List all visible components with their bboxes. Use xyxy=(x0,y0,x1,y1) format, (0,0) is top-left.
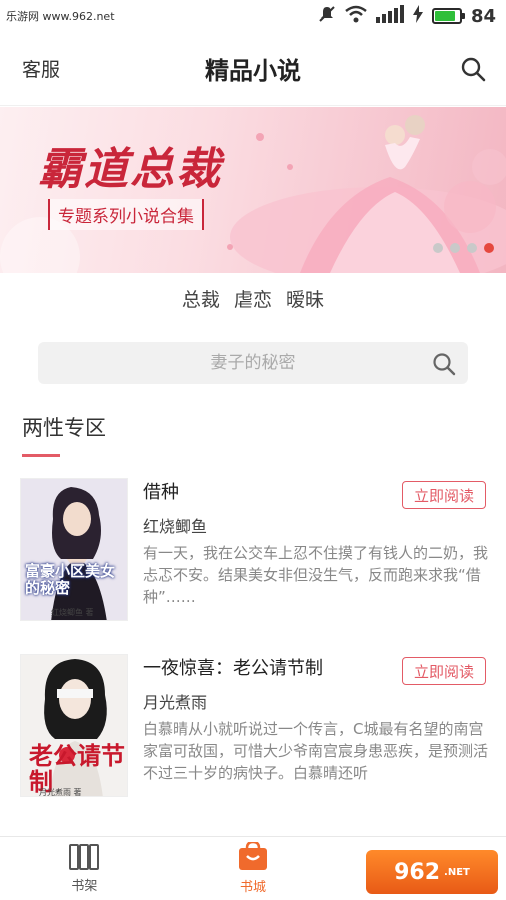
battery-fill xyxy=(434,11,456,21)
charging-icon xyxy=(412,5,423,27)
tab-bookstore[interactable]: 书城 xyxy=(169,837,338,900)
bookshelf-icon xyxy=(69,844,100,870)
mute-icon xyxy=(318,5,336,27)
book-item[interactable]: 富豪小区美女的秘密 红烧鲫鱼 著 借种 红烧鲫鱼 有一天，我在公交车上忍不住摸了… xyxy=(0,478,506,648)
book-description: 有一天，我在公交车上忍不住摸了有钱人的二奶，我忐忑不安。结果美女非但没生气，反而… xyxy=(143,544,489,606)
cover-author: 月光煮雨 著 xyxy=(39,788,82,797)
battery-percent: 84 xyxy=(470,5,496,27)
battery-icon xyxy=(431,8,465,24)
book-description: 白慕晴从小就听说过一个传言，C城最有名望的南宫家富可敌国，可惜大少爷南宫宸身患恶… xyxy=(143,720,489,782)
search-bar[interactable] xyxy=(38,342,468,384)
carousel-dots xyxy=(433,243,494,253)
banner-subtitle: 专题系列小说合集 xyxy=(48,199,204,230)
site-watermark-logo: 962 .NET xyxy=(366,850,498,894)
status-bar: 乐游网 www.962.net 84 xyxy=(0,0,506,32)
tag-heartbreak[interactable]: 虐恋 xyxy=(234,289,272,311)
signal-icon xyxy=(375,5,404,27)
search-button[interactable] xyxy=(458,54,488,84)
book-author: 红烧鲫鱼 xyxy=(143,517,208,536)
carousel-dot[interactable] xyxy=(467,243,477,253)
section-underline xyxy=(22,454,60,457)
search-input[interactable] xyxy=(93,353,413,373)
carousel-dot[interactable] xyxy=(450,243,460,253)
app-screen: 乐游网 www.962.net 84 客服 精品小说 霸道总裁 专题系列小说合集… xyxy=(0,0,506,900)
section-title: 两性专区 xyxy=(22,416,106,440)
promo-banner[interactable]: 霸道总裁 专题系列小说合集 xyxy=(0,107,506,273)
book-cover[interactable]: 富豪小区美女的秘密 红烧鲫鱼 著 xyxy=(20,478,128,621)
watermark-text: 乐游网 www.962.net xyxy=(6,10,115,23)
customer-service-button[interactable]: 客服 xyxy=(22,55,60,82)
tab-bookshelf[interactable]: 书架 xyxy=(0,837,169,900)
tag-president[interactable]: 总裁 xyxy=(182,289,220,311)
page-title: 精品小说 xyxy=(205,57,301,85)
app-header: 客服 精品小说 xyxy=(0,32,506,106)
bookstore-bag-icon xyxy=(239,842,267,870)
book-title[interactable]: 借种 xyxy=(143,478,179,504)
cover-author: 红烧鲫鱼 著 xyxy=(51,608,94,617)
status-icons: 84 xyxy=(318,5,496,27)
carousel-dot[interactable] xyxy=(433,243,443,253)
read-now-button[interactable]: 立即阅读 xyxy=(402,657,486,685)
read-now-button[interactable]: 立即阅读 xyxy=(402,481,486,509)
tab-label: 书架 xyxy=(71,879,98,894)
carousel-dot-active[interactable] xyxy=(484,243,494,253)
tab-label: 书城 xyxy=(240,880,267,895)
tag-ambiguous[interactable]: 暧昧 xyxy=(286,289,324,311)
cover-title: 富豪小区美女的秘密 xyxy=(25,562,116,597)
cover-illustration xyxy=(21,479,127,620)
book-item[interactable]: 老公请节制 月光煮雨 著 一夜惊喜：老公请节制 月光煮雨 白慕晴从小就听说过一个… xyxy=(0,654,506,824)
search-icon xyxy=(461,57,486,81)
wifi-icon xyxy=(345,5,367,27)
banner-headline: 霸道总裁 xyxy=(38,144,222,195)
search-icon[interactable] xyxy=(432,352,456,376)
book-cover[interactable]: 老公请节制 月光煮雨 著 xyxy=(20,654,128,797)
book-title[interactable]: 一夜惊喜：老公请节制 xyxy=(143,654,323,680)
genre-tags: 总裁 虐恋 暧昧 xyxy=(0,285,506,312)
book-author: 月光煮雨 xyxy=(143,693,208,712)
